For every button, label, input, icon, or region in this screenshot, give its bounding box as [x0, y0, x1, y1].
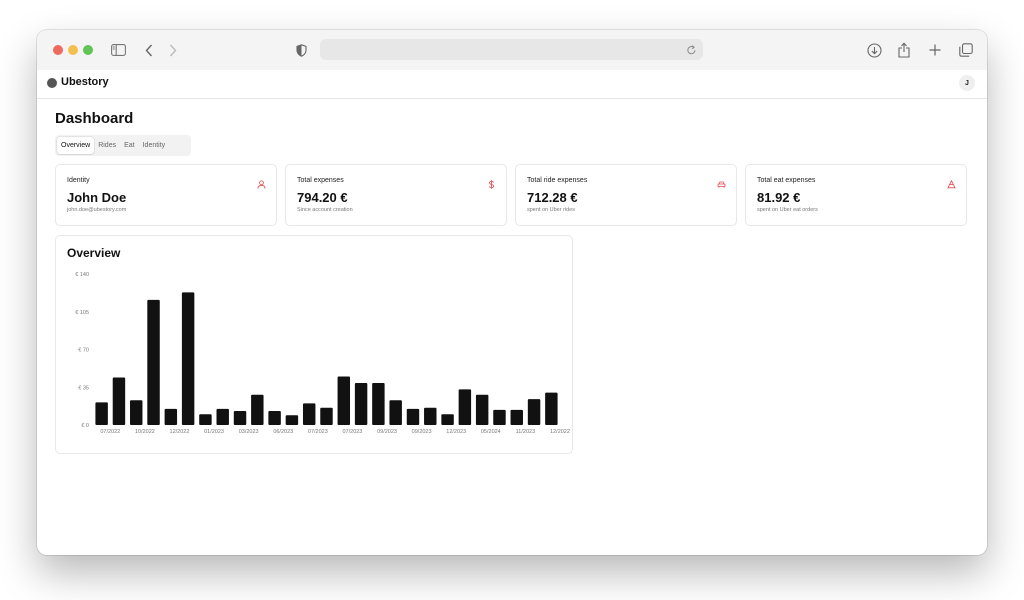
share-icon[interactable] — [897, 40, 911, 60]
tab-overview[interactable]: Overview — [57, 137, 95, 154]
x-tick-label: 10/2022 — [135, 429, 155, 435]
chart-bar[interactable] — [302, 403, 316, 425]
zoom-window-button[interactable] — [83, 45, 93, 55]
tab-identity[interactable]: Identity — [139, 137, 170, 154]
card-subtitle: Since account creation — [297, 207, 353, 213]
tab-overview-icon[interactable] — [958, 40, 974, 60]
chart-bar[interactable] — [458, 389, 472, 425]
chart-bar[interactable] — [147, 299, 160, 425]
sidebar-toggle-icon[interactable] — [110, 40, 126, 60]
chart-bar[interactable] — [233, 410, 247, 425]
x-tick-label: 09/2023 — [412, 429, 432, 435]
close-window-button[interactable] — [53, 45, 63, 55]
chart-bar[interactable] — [475, 394, 489, 425]
card-value: 712.28 € — [527, 190, 578, 205]
chart-bar[interactable] — [493, 409, 506, 425]
minimize-window-button[interactable] — [68, 45, 78, 55]
x-tick-label: 12/2023 — [446, 429, 466, 435]
browser-toolbar — [37, 30, 987, 70]
x-tick-label: 01/2023 — [204, 429, 224, 435]
card-subtitle: spent on Uber rides — [527, 207, 575, 213]
user-icon — [257, 176, 266, 189]
chart-bar[interactable] — [268, 410, 281, 425]
y-tick-label: € 140 — [75, 272, 89, 278]
chart-bar[interactable] — [510, 409, 523, 425]
card-title: Total eat expenses — [757, 177, 816, 184]
app-header: Ubestory J — [37, 70, 987, 99]
x-tick-label: 12/2022 — [550, 429, 570, 435]
card-title: Identity — [67, 177, 90, 184]
chart-bar[interactable] — [112, 377, 126, 425]
chart-bar[interactable] — [337, 376, 351, 425]
forward-icon[interactable] — [168, 40, 178, 60]
x-tick-label: 03/2023 — [239, 429, 259, 435]
chart-bar[interactable] — [545, 392, 558, 425]
x-tick-label: 05/2024 — [481, 429, 501, 435]
dashboard-tabs: Overview Rides Eat Identity — [55, 135, 191, 156]
chart-bar[interactable] — [424, 407, 437, 425]
x-tick-label: 11/2023 — [516, 429, 535, 435]
x-tick-label: 09/2023 — [377, 429, 397, 435]
downloads-icon[interactable] — [866, 40, 882, 60]
new-tab-icon[interactable] — [928, 40, 942, 60]
dollar-icon — [487, 176, 496, 189]
y-tick-label: € 105 — [75, 310, 89, 316]
chart-bar[interactable] — [216, 408, 229, 425]
address-bar[interactable] — [320, 39, 703, 60]
chart-bar[interactable] — [285, 415, 299, 425]
chart-bar[interactable] — [441, 414, 454, 425]
chart-bar[interactable] — [320, 407, 333, 425]
reload-icon[interactable] — [686, 43, 697, 61]
back-icon[interactable] — [144, 40, 154, 60]
chart-bar[interactable] — [251, 394, 264, 425]
chart-bar[interactable] — [527, 399, 541, 425]
browser-window: Ubestory J Dashboard Overview Rides Eat … — [37, 30, 987, 555]
food-icon — [947, 176, 956, 189]
x-tick-label: 07/2023 — [308, 429, 328, 435]
chart-bar[interactable] — [164, 408, 178, 425]
card-title: Total expenses — [297, 177, 344, 184]
privacy-shield-icon[interactable] — [295, 40, 307, 60]
x-tick-label: 07/2023 — [342, 429, 362, 435]
chart-bar[interactable] — [406, 408, 420, 425]
chart-bar[interactable] — [199, 414, 212, 425]
chart-bar[interactable] — [95, 402, 108, 425]
brand-name[interactable]: Ubestory — [61, 76, 109, 88]
card-value: John Doe — [67, 190, 127, 205]
x-tick-label: 06/2023 — [273, 429, 293, 435]
identity-card: Identity John Doe john.doe@ubestory.com — [55, 164, 277, 226]
overview-bar-chart: € 0 € 35 € 70 € 105 € 140 07/2022 10/2022 12/20… — [75, 272, 570, 435]
eat-expenses-card: Total eat expenses 81.92 € spent on Uber… — [745, 164, 967, 226]
tab-eat[interactable]: Eat — [120, 137, 139, 154]
y-tick-label: € 35 — [78, 385, 89, 391]
y-tick-label: € 0 — [81, 423, 89, 429]
card-value: 794.20 € — [297, 190, 348, 205]
chart-bar[interactable] — [130, 400, 143, 425]
overview-panel: Overview € 0 € 35 € 70 € 105 € 140 07/2022 10/… — [55, 235, 573, 454]
car-icon — [717, 176, 726, 188]
x-tick-label: 12/2022 — [170, 429, 190, 435]
total-expenses-card: Total expenses 794.20 € Since account cr… — [285, 164, 507, 226]
ride-expenses-card: Total ride expenses 712.28 € spent on Ub… — [515, 164, 737, 226]
card-subtitle: john.doe@ubestory.com — [67, 207, 127, 213]
tab-rides[interactable]: Rides — [94, 137, 120, 154]
page-title: Dashboard — [55, 110, 134, 127]
chart-bar[interactable] — [389, 400, 402, 425]
brand-logo-icon — [47, 78, 57, 88]
chart-bar[interactable] — [354, 382, 368, 425]
card-title: Total ride expenses — [527, 177, 588, 184]
y-tick-label: € 70 — [78, 348, 89, 354]
chart-bar[interactable] — [181, 292, 195, 425]
user-avatar[interactable]: J — [959, 75, 975, 91]
card-value: 81.92 € — [757, 190, 801, 205]
chart-bar[interactable] — [372, 382, 385, 425]
x-tick-label: 07/2022 — [100, 429, 120, 435]
card-subtitle: spent on Uber eat orders — [757, 207, 818, 213]
